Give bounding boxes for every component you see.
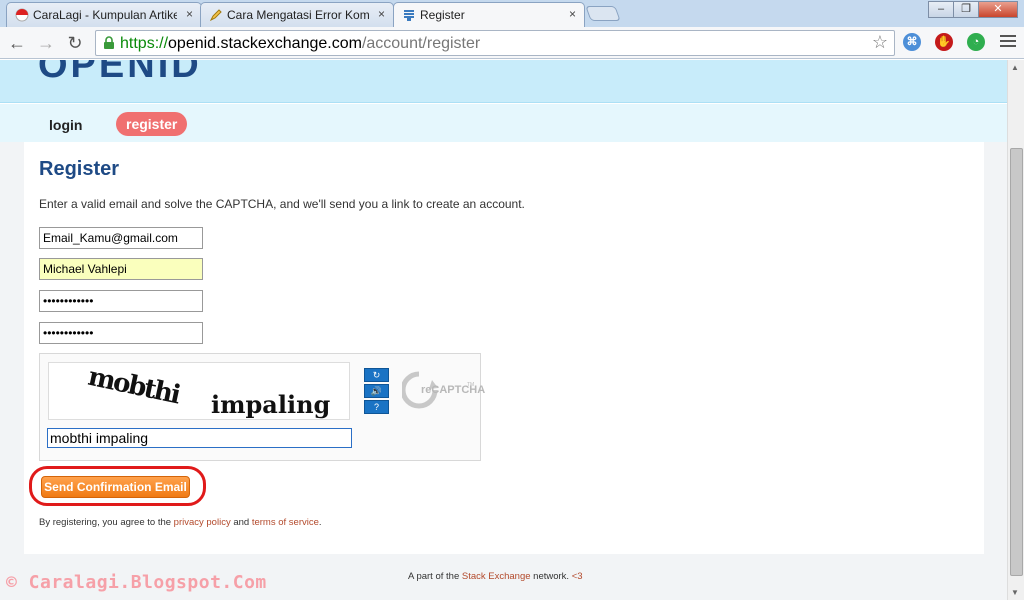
close-window-button[interactable]: ✕ xyxy=(978,1,1018,18)
heart-link[interactable]: <3 xyxy=(572,571,583,582)
extension-command-icon[interactable]: ⌘ xyxy=(903,33,921,51)
captcha-audio-icon[interactable]: 🔊 xyxy=(364,384,389,398)
tab-title: Cara Mengatasi Error Komentar xyxy=(227,8,369,22)
tab-close-icon[interactable]: × xyxy=(186,7,193,21)
browser-toolbar: ← → ↻ https://openid.stackexchange.com/a… xyxy=(0,27,1024,59)
captcha-response-field[interactable] xyxy=(47,428,352,448)
terms-of-service-link[interactable]: terms of service xyxy=(252,517,319,528)
pencil-favicon-icon xyxy=(209,8,223,22)
chrome-menu-icon[interactable] xyxy=(1000,35,1016,50)
name-field[interactable] xyxy=(39,258,203,280)
tab-caralagi[interactable]: CaraLagi - Kumpulan Artikel × xyxy=(6,2,202,27)
stack-favicon-icon xyxy=(402,8,416,22)
address-url: https://openid.stackexchange.com/account… xyxy=(120,35,481,52)
stack-exchange-link[interactable]: Stack Exchange xyxy=(462,571,531,582)
tab-close-icon[interactable]: × xyxy=(569,7,576,21)
new-tab-button[interactable] xyxy=(585,6,621,21)
minimize-button[interactable]: – xyxy=(928,1,954,18)
site-nav: login register xyxy=(0,104,1007,142)
reload-button[interactable]: ↻ xyxy=(64,32,86,54)
recaptcha-brand: reCAPTCHA xyxy=(421,384,486,396)
back-button[interactable]: ← xyxy=(6,32,28,54)
captcha-help-icon[interactable]: ? xyxy=(364,400,389,414)
flag-favicon-icon xyxy=(15,8,29,22)
page-title: Register xyxy=(39,158,120,180)
password-confirm-field[interactable] xyxy=(39,322,203,344)
email-field[interactable] xyxy=(39,227,203,249)
extension-green-icon[interactable]: ◔ xyxy=(967,33,985,51)
browser-tab-strip: CaraLagi - Kumpulan Artikel × Cara Menga… xyxy=(0,0,1024,27)
tab-close-icon[interactable]: × xyxy=(378,7,385,21)
maximize-button[interactable]: ❐ xyxy=(953,1,979,18)
captcha-image: mobthi impaling xyxy=(48,362,350,420)
scroll-thumb[interactable] xyxy=(1010,148,1023,576)
privacy-policy-link[interactable]: privacy policy xyxy=(174,517,231,528)
recaptcha-logo: reCAPTCHA TM xyxy=(400,370,485,410)
tab-title: Register xyxy=(420,8,465,22)
scroll-down-icon[interactable]: ▼ xyxy=(1011,588,1019,597)
footer-text: A part of the Stack Exchange network. <3 xyxy=(408,571,583,582)
terms-text: By registering, you agree to the privacy… xyxy=(39,517,322,528)
send-confirmation-button[interactable]: Send Confirmation Email xyxy=(41,476,190,498)
tab-cara-mengatasi[interactable]: Cara Mengatasi Error Komentar × xyxy=(200,2,394,27)
page-scrollbar[interactable]: ▲ ▼ xyxy=(1007,60,1024,600)
recaptcha-tm: TM xyxy=(467,382,475,388)
lock-icon xyxy=(102,36,116,50)
nav-register-link[interactable]: register xyxy=(116,112,188,136)
captcha-widget: mobthi impaling ↻ 🔊 ? reCAPTCHA TM xyxy=(39,353,485,461)
scroll-up-icon[interactable]: ▲ xyxy=(1011,63,1019,72)
intro-text: Enter a valid email and solve the CAPTCH… xyxy=(39,197,525,211)
watermark: © Caralagi.Blogspot.Com xyxy=(6,572,267,593)
page-viewport: OPENID login register Register Enter a v… xyxy=(0,60,1007,600)
openid-logo[interactable]: OPENID xyxy=(38,60,202,87)
tab-register[interactable]: Register × xyxy=(393,2,585,27)
captcha-word-2: impaling xyxy=(211,390,331,419)
password-field[interactable] xyxy=(39,290,203,312)
captcha-reload-icon[interactable]: ↻ xyxy=(364,368,389,382)
tab-title: CaraLagi - Kumpulan Artikel xyxy=(33,8,177,22)
forward-button[interactable]: → xyxy=(35,32,57,54)
nav-login-link[interactable]: login xyxy=(49,117,82,133)
captcha-word-1: mobthi xyxy=(85,363,183,411)
extension-adblock-icon[interactable]: ✋ xyxy=(935,33,953,51)
bookmark-star-icon[interactable]: ☆ xyxy=(872,32,888,53)
site-header: OPENID xyxy=(0,60,1007,103)
address-bar[interactable]: https://openid.stackexchange.com/account… xyxy=(95,30,895,56)
